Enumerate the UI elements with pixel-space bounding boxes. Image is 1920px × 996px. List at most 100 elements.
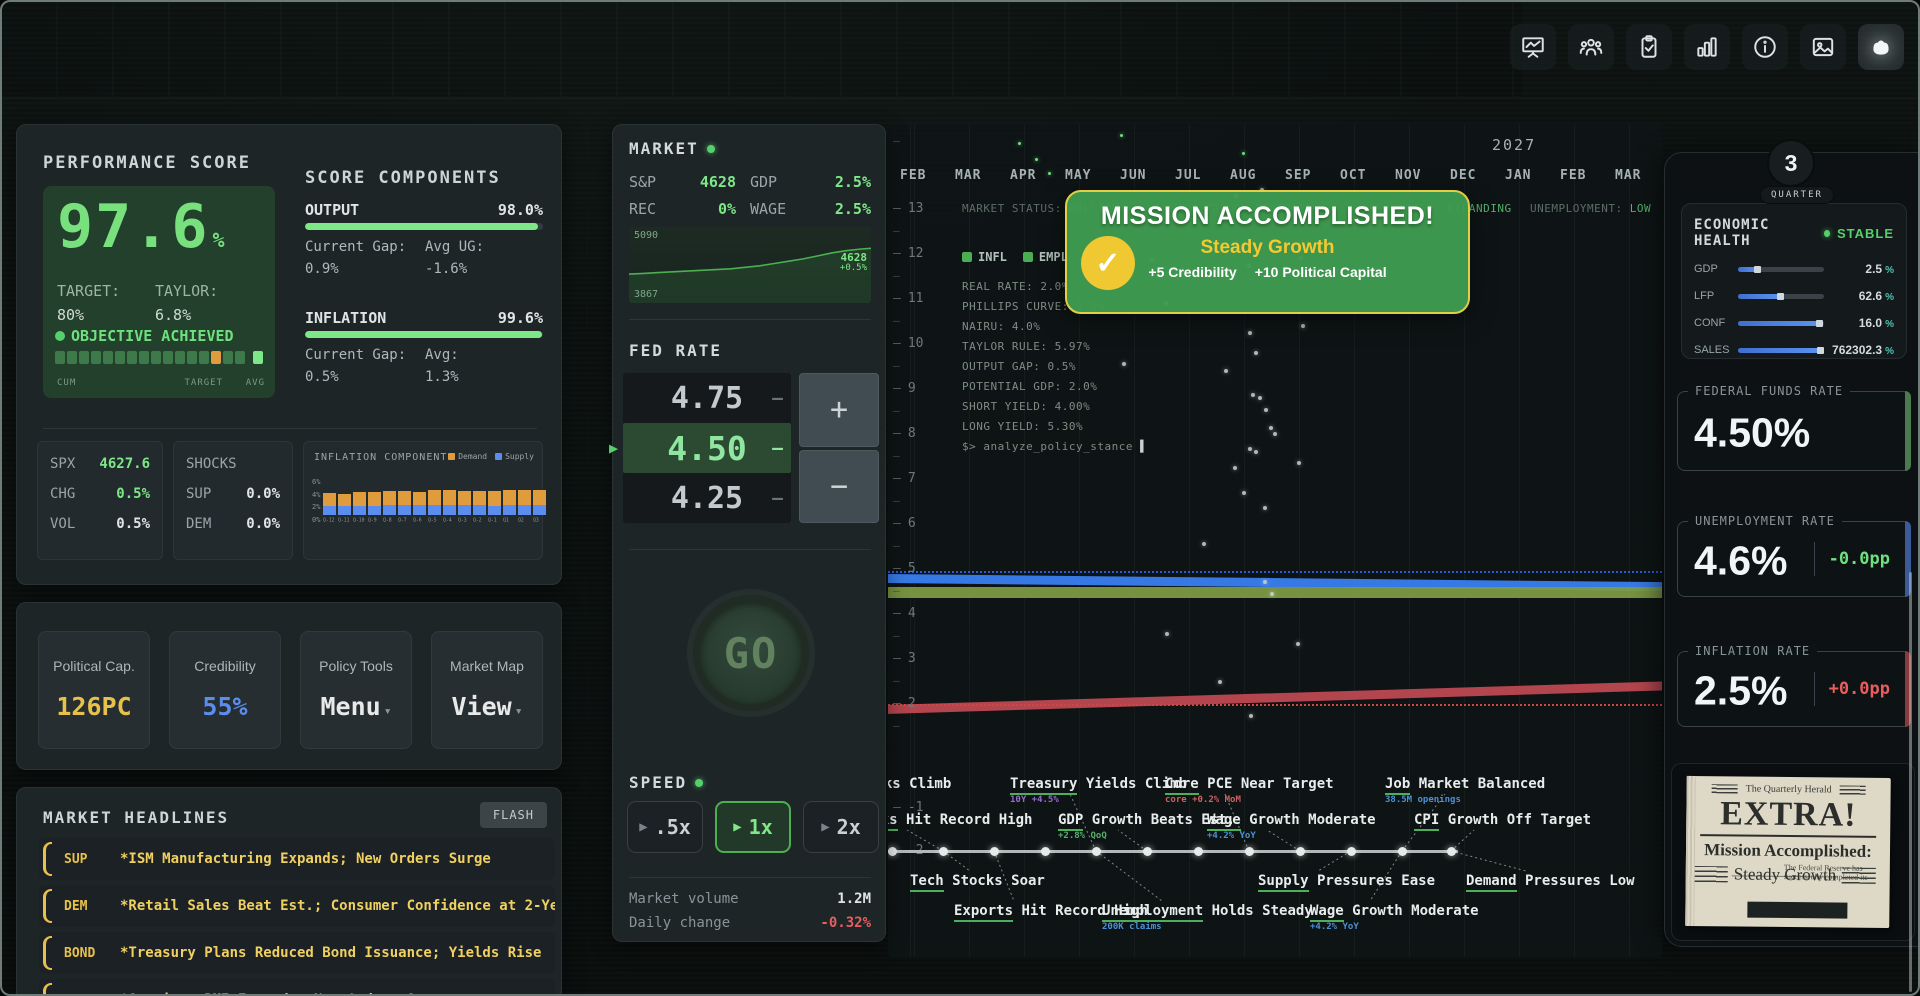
y-axis-minor-tick: – <box>893 674 900 687</box>
redacted-block <box>1747 902 1847 919</box>
y-axis-label: —5 <box>893 561 916 576</box>
timeline-event-dot <box>888 847 897 856</box>
output-gap-values: 0.9%-1.6% <box>305 261 543 277</box>
headline-tag: DEM <box>64 899 120 914</box>
resources-panel: Political Cap.126PCCredibility55%Policy … <box>16 602 562 770</box>
supply-segment <box>338 506 351 515</box>
sp500-last-price: 4628 +0.5% <box>840 253 867 273</box>
play-icon: ▶ <box>821 819 829 835</box>
demand-segment <box>503 490 516 505</box>
sparkle-dot <box>1018 142 1021 145</box>
info-icon[interactable] <box>1742 24 1788 70</box>
resource-label: Market Map <box>432 658 542 674</box>
timeline-event-dot <box>990 847 999 856</box>
y-axis-minor-tick: – <box>893 494 900 507</box>
headline-bracket-icon <box>43 842 52 876</box>
advisors-icon[interactable] <box>1568 24 1614 70</box>
fed-rate-option-lower[interactable]: 4.25– <box>623 473 791 523</box>
ic-bar: Q-4 <box>443 490 456 524</box>
headline-row[interactable]: BOND*Treasury Plans Reduced Bond Issuanc… <box>39 932 555 974</box>
speed-half-button[interactable]: ▶.5x <box>627 801 703 853</box>
slider-label: SALES <box>1694 344 1738 356</box>
fed-rate-option-current[interactable]: ▶4.50– <box>623 423 791 473</box>
x-axis-month-label: APR <box>1010 168 1036 183</box>
supply-segment <box>518 505 531 515</box>
inflation-row: INFLATION99.6% <box>305 309 543 327</box>
target-taylor-values: 80%6.8% <box>57 306 84 324</box>
demand-segment <box>368 492 381 506</box>
newspaper-card[interactable]: The Quarterly Herald EXTRA! Mission Acco… <box>1671 763 1915 941</box>
performance-cell <box>211 351 221 364</box>
control-panel: MARKET S&P4628GDP2.5% REC0%WAGE2.5% 5090… <box>612 124 886 942</box>
performance-title: PERFORMANCE SCORE <box>43 153 251 173</box>
ic-x-label: Q-5 <box>428 518 438 524</box>
briefings-icon[interactable] <box>1626 24 1672 70</box>
headline-text: *Retail Sales Beat Est.; Consumer Confid… <box>120 898 555 914</box>
rate-decrease-button[interactable]: − <box>799 450 879 524</box>
headline-row[interactable]: SUP*ISM Manufacturing Expands; New Order… <box>39 838 555 880</box>
resource-card-policy-tools[interactable]: Policy ToolsMenu▾ <box>300 631 412 749</box>
ic-y-label: 2% <box>312 503 320 511</box>
ic-x-label: Q-1 <box>488 518 498 524</box>
performance-cell <box>55 351 65 364</box>
ic-x-label: Q-12 <box>323 518 333 524</box>
performance-cell <box>163 351 173 364</box>
y-axis-minor-tick: – <box>893 359 900 372</box>
supply-segment <box>458 505 471 515</box>
sp500-mini-chart: 5090 3867 4628 +0.5% <box>629 227 871 303</box>
resource-card-market-map[interactable]: Market MapView▾ <box>431 631 543 749</box>
scatter-dot <box>1273 432 1277 436</box>
assistant-icon[interactable] <box>1858 24 1904 70</box>
headline-row[interactable]: DEM*Retail Sales Beat Est.; Consumer Con… <box>39 885 555 927</box>
y-axis-minor-tick: – <box>893 404 900 417</box>
slider-handle[interactable] <box>1817 347 1824 354</box>
fed-rate-option-upper[interactable]: 4.75– <box>623 373 791 423</box>
chart-stat-line: REAL RATE: 2.0% <box>962 280 1069 293</box>
demand-segment <box>338 494 351 507</box>
performance-cell <box>235 351 245 364</box>
ic-x-label: Q-8 <box>383 518 393 524</box>
y-axis-minor-tick: – <box>893 719 900 732</box>
market-monitor-icon[interactable] <box>1510 24 1556 70</box>
ic-x-label: Q-10 <box>353 518 363 524</box>
scatter-dot <box>1248 331 1252 335</box>
legend-swatch-icon <box>495 453 502 460</box>
flash-button[interactable]: FLASH <box>480 802 547 828</box>
slider-track[interactable] <box>1738 294 1824 299</box>
slider-handle[interactable] <box>1754 266 1761 273</box>
scrollbar[interactable] <box>1909 572 1912 992</box>
play-icon: ▶ <box>733 819 741 835</box>
headline-row[interactable]: DEM*Services PMI Expands; New Orders Str… <box>39 979 555 996</box>
slider-track[interactable] <box>1738 321 1824 326</box>
policy-target-line <box>888 571 1662 573</box>
slider-track[interactable] <box>1738 267 1824 272</box>
event-annotation: Treasury Yields Climb10Y +4.5% <box>1010 776 1187 805</box>
resource-card-credibility: Credibility55% <box>169 631 281 749</box>
go-button[interactable]: GO <box>693 595 809 711</box>
slider-track[interactable] <box>1738 348 1824 353</box>
ic-x-label: Q-4 <box>443 518 453 524</box>
gallery-icon[interactable] <box>1800 24 1846 70</box>
speed-2x-button[interactable]: ▶2x <box>803 801 879 853</box>
sparkle-dot <box>1242 152 1245 155</box>
rate-increase-button[interactable]: + <box>799 373 879 447</box>
objective-status: OBJECTIVE ACHIEVED <box>55 327 234 345</box>
speed-1x-button[interactable]: ▶1x <box>715 801 791 853</box>
chart-status-label: UNEMPLOYMENT: LOW <box>1530 202 1651 215</box>
statistics-icon[interactable] <box>1684 24 1730 70</box>
scatter-dot <box>1224 369 1228 373</box>
ic-x-label: Q-3 <box>458 518 468 524</box>
ic-x-label: Q2 <box>518 518 528 524</box>
y-axis-label: —10 <box>893 336 923 351</box>
slider-handle[interactable] <box>1816 320 1823 327</box>
resource-value: 126PC <box>39 692 149 721</box>
mission-title: MISSION ACCOMPLISHED! <box>1067 202 1468 231</box>
headline-text: *Services PMI Expands; New Orders Strong <box>120 992 555 996</box>
legend-item: Supply <box>495 452 534 461</box>
inflation-bar <box>305 331 543 338</box>
target-taylor-labels: TARGET:TAYLOR: <box>57 282 120 300</box>
slider-handle[interactable] <box>1777 293 1784 300</box>
check-icon: ✓ <box>1081 236 1135 290</box>
health-slider-conf: CONF16.0% <box>1694 316 1894 330</box>
performance-cell <box>115 351 125 364</box>
